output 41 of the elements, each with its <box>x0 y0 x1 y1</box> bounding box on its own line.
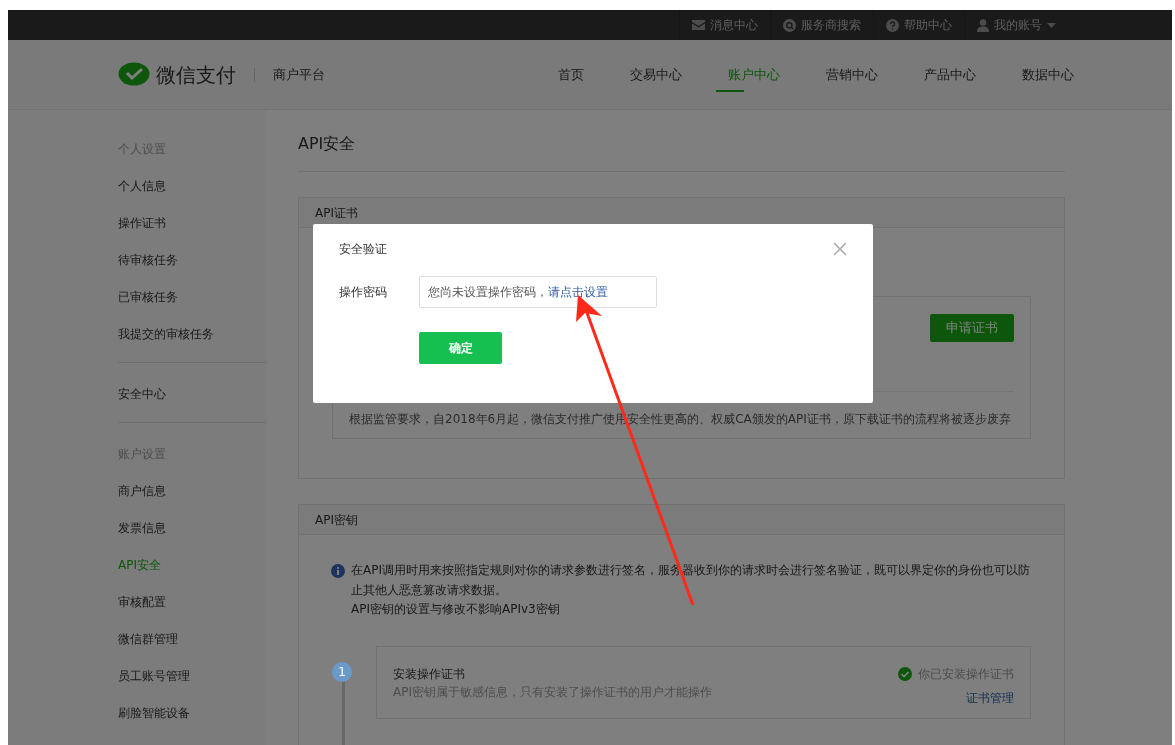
info-text: API密钥的设置与修改不影响APIv3密钥 <box>351 601 561 618</box>
step-number: 1 <box>332 661 352 682</box>
close-icon[interactable] <box>833 242 847 256</box>
nav-link[interactable]: 数据中心 <box>976 39 1074 110</box>
search-icon <box>783 18 796 32</box>
help-icon <box>886 18 899 32</box>
setup-link[interactable]: 请点击设置 <box>548 283 608 301</box>
nav-link[interactable]: 营销中心 <box>780 39 878 110</box>
field-label: 操作密码 <box>339 284 388 301</box>
sidebar-item[interactable]: 待审核任务 <box>118 241 267 278</box>
sidebar-item[interactable]: 我提交的审核任务 <box>118 315 267 352</box>
sidebar-item[interactable]: 员工账号管理 <box>118 657 267 694</box>
sidebar-item[interactable]: API安全 <box>118 546 267 583</box>
sidebar-item[interactable]: 审核配置 <box>118 583 267 620</box>
apply-button[interactable]: 申请证书 <box>930 314 1014 342</box>
nav-link[interactable]: 首页 <box>558 39 584 110</box>
platform-name: 商户平台 <box>254 67 325 82</box>
caret-icon <box>1047 22 1056 28</box>
sidebar-item[interactable]: 商户信息 <box>118 472 267 509</box>
step-title: 安装操作证书 <box>393 665 466 683</box>
person-icon <box>977 18 989 32</box>
sidebar-item[interactable]: 已审核任务 <box>118 278 267 315</box>
nav-link[interactable]: 交易中心 <box>584 39 682 110</box>
sidebar-item[interactable]: 发票信息 <box>118 509 267 546</box>
mail-icon <box>692 20 705 30</box>
manage-link[interactable]: 证书管理 <box>966 688 1014 707</box>
card-header: API证书 <box>299 198 1064 228</box>
password-field[interactable]: 您尚未设置操作密码，请点击设置 <box>419 276 657 308</box>
page-title: API安全 <box>298 132 1065 172</box>
nav-link[interactable]: 产品中心 <box>878 39 976 110</box>
logo-icon <box>118 61 150 88</box>
confirm-button[interactable]: 确定 <box>419 332 502 364</box>
card-header: API密钥 <box>299 505 1064 535</box>
dialog-title: 安全验证 <box>339 241 387 258</box>
sidebar-item[interactable]: 操作证书 <box>118 204 267 241</box>
info-icon <box>331 564 345 578</box>
sidebar-item[interactable]: 刷脸智能设备 <box>118 694 267 731</box>
logo-text: 微信支付 <box>156 61 236 89</box>
sidebar-item[interactable]: 微信群管理 <box>118 620 267 657</box>
sidebar-item[interactable]: 安全中心 <box>118 375 267 412</box>
sidebar-item[interactable]: 个人信息 <box>118 167 267 204</box>
